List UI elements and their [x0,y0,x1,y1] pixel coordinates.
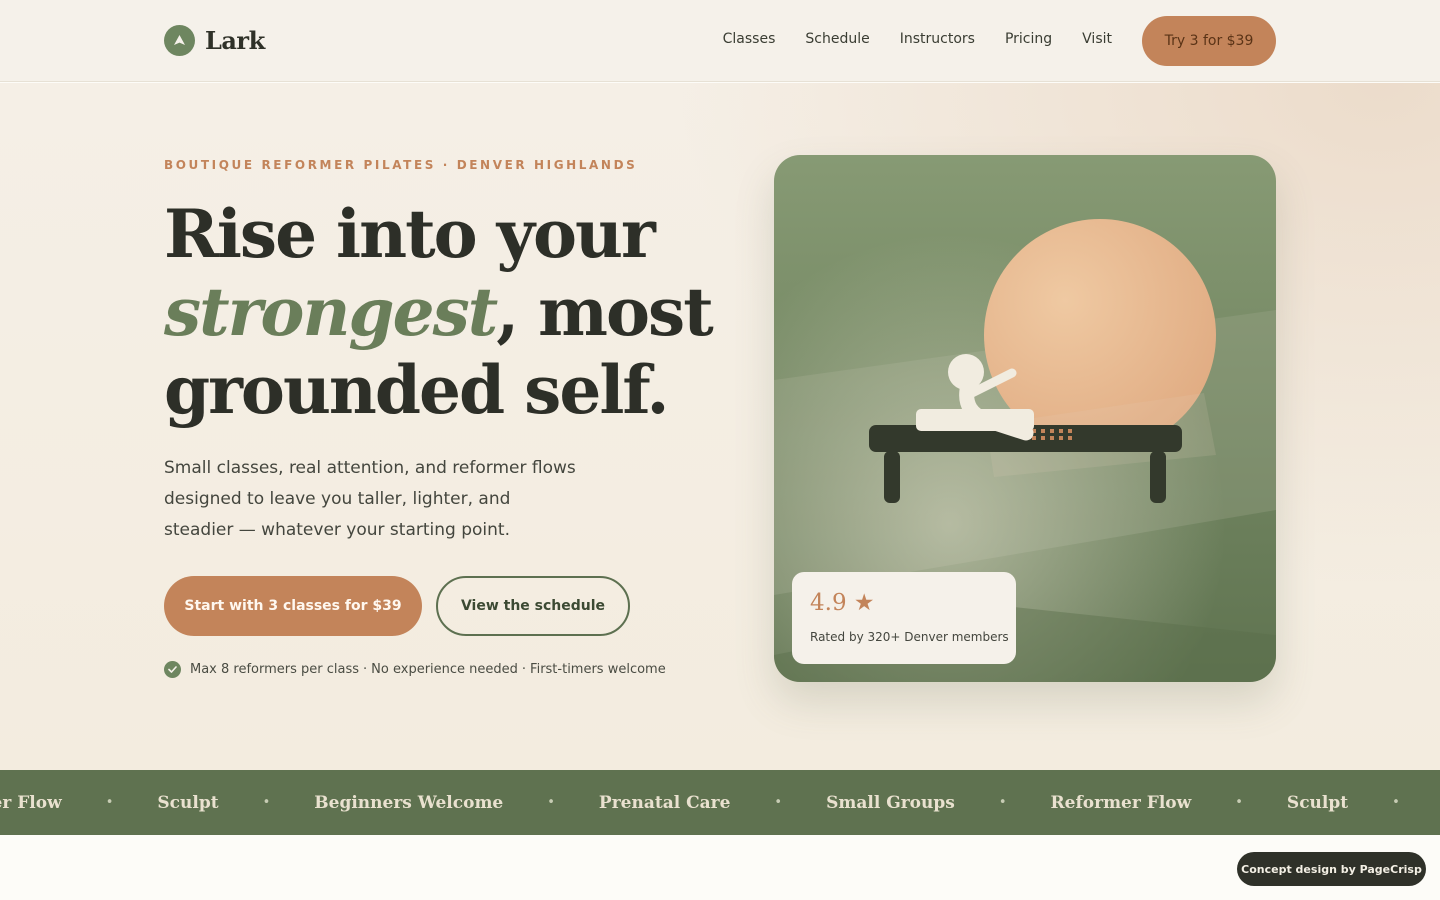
marquee-track: Reformer Flow • Sculpt • Beginners Welco… [0,770,1440,835]
rating-caption: Rated by 320+ Denver members [810,630,1009,644]
start-trial-button[interactable]: Start with 3 classes for $39 [164,576,422,636]
feature-separator: · [363,662,368,677]
headline-accent: strongest [164,273,498,351]
marquee-item: Reformer Flow [0,792,62,813]
class-types-marquee: Reformer Flow • Sculpt • Beginners Welco… [0,770,1440,835]
marquee-separator: • [105,795,114,810]
hero-headline: Rise into your strongest, most grounded … [164,195,724,429]
hero-illustration-card: 4.9 ★ Rated by 320+ Denver members [774,155,1276,682]
check-icon [164,661,181,678]
nav-link-visit[interactable]: Visit [1082,31,1112,47]
rating-value: 4.9 ★ [810,590,875,616]
nav-link-schedule[interactable]: Schedule [805,31,869,47]
rating-card: 4.9 ★ Rated by 320+ Denver members [792,572,1016,664]
main-nav: Classes Schedule Instructors Pricing Vis… [723,31,1112,47]
nav-link-pricing[interactable]: Pricing [1005,31,1052,47]
marquee-separator: • [774,795,783,810]
feature-no-experience: No experience needed [371,662,518,677]
marquee-separator: • [262,795,271,810]
trial-offer-button[interactable]: Try 3 for $39 [1142,16,1276,66]
marquee-item: Sculpt [157,792,219,813]
design-credit-badge[interactable]: Concept design by PageCrisp [1237,852,1426,886]
brand[interactable]: Lark [164,25,265,56]
feature-class-size: Max 8 reformers per class [190,662,360,677]
marquee-separator: • [1392,795,1400,810]
marquee-item: Prenatal Care [598,792,731,813]
marquee-separator: • [998,795,1007,810]
marquee-item: Sculpt [1286,792,1349,813]
hero-features: Max 8 reformers per class · No experienc… [164,661,666,678]
hero-section: BOUTIQUE REFORMER PILATES · DENVER HIGHL… [0,83,1440,770]
hero-subcopy: Small classes, real attention, and refor… [164,458,576,540]
nav-link-instructors[interactable]: Instructors [900,31,975,47]
feature-separator: · [521,662,527,677]
marquee-item: Reformer Flow [1050,792,1192,813]
marquee-item: Small Groups [826,792,955,813]
view-schedule-button[interactable]: View the schedule [436,576,630,636]
headline-line-3: grounded self. [164,351,669,429]
headline-line-1: Rise into your [164,195,656,273]
marquee-item: Beginners Welcome [314,792,504,813]
site-header: Lark Classes Schedule Instructors Pricin… [0,0,1440,82]
headline-line-2: , most [496,273,713,351]
hero-eyebrow: BOUTIQUE REFORMER PILATES · DENVER HIGHL… [164,158,638,172]
nav-link-classes[interactable]: Classes [723,31,776,47]
marquee-separator: • [1235,795,1243,810]
feature-first-timers: First-timers welcome [530,662,666,677]
marquee-separator: • [547,795,555,810]
brand-name: Lark [205,26,265,55]
bird-icon [164,25,195,56]
